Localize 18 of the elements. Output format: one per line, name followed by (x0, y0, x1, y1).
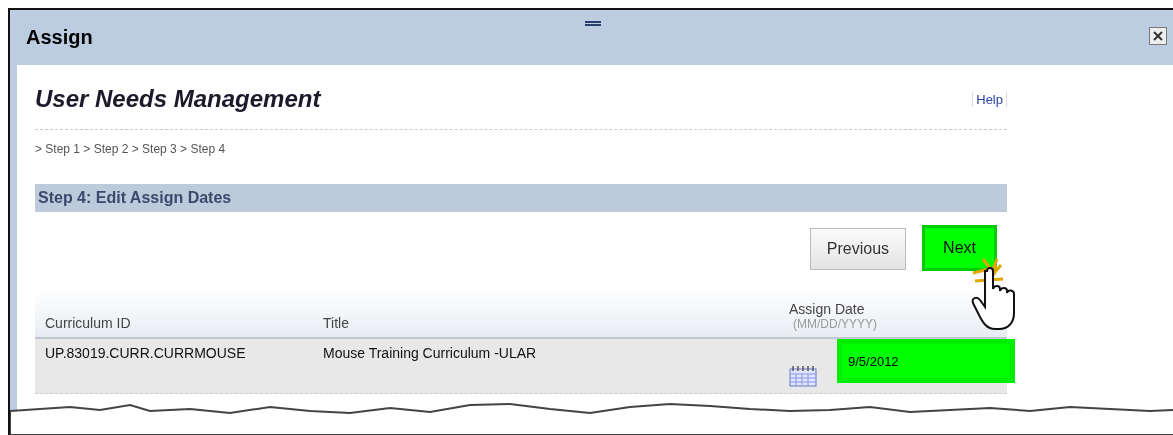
close-button[interactable] (1149, 27, 1167, 45)
next-button[interactable]: Next (922, 225, 997, 271)
column-header: Title (323, 315, 350, 333)
window-title: Assign (26, 26, 93, 49)
page-heading: User Needs Management (35, 85, 321, 113)
calendar-icon[interactable] (789, 365, 817, 387)
help-link[interactable]: Help (972, 91, 1007, 107)
column-header: Curriculum ID (45, 315, 132, 333)
table-cell-text: UP.83019.CURR.CURRMOUSE (45, 344, 247, 363)
breadcrumb: > Step 1 > Step 2 > Step 3 > Step 4 (35, 142, 227, 156)
drag-handle-icon[interactable] (585, 21, 601, 27)
close-icon (1152, 30, 1164, 42)
section-title: Step 4: Edit Assign Dates (38, 189, 232, 207)
column-header: Assign Date (789, 301, 865, 317)
date-field[interactable]: 9/5/2012 (837, 339, 1015, 383)
table-cell-text: Mouse Training Curriculum -ULAR (323, 344, 538, 363)
previous-button[interactable]: Previous (809, 228, 907, 270)
date-format-hint: (MM/DD/YYYY) (793, 317, 877, 331)
